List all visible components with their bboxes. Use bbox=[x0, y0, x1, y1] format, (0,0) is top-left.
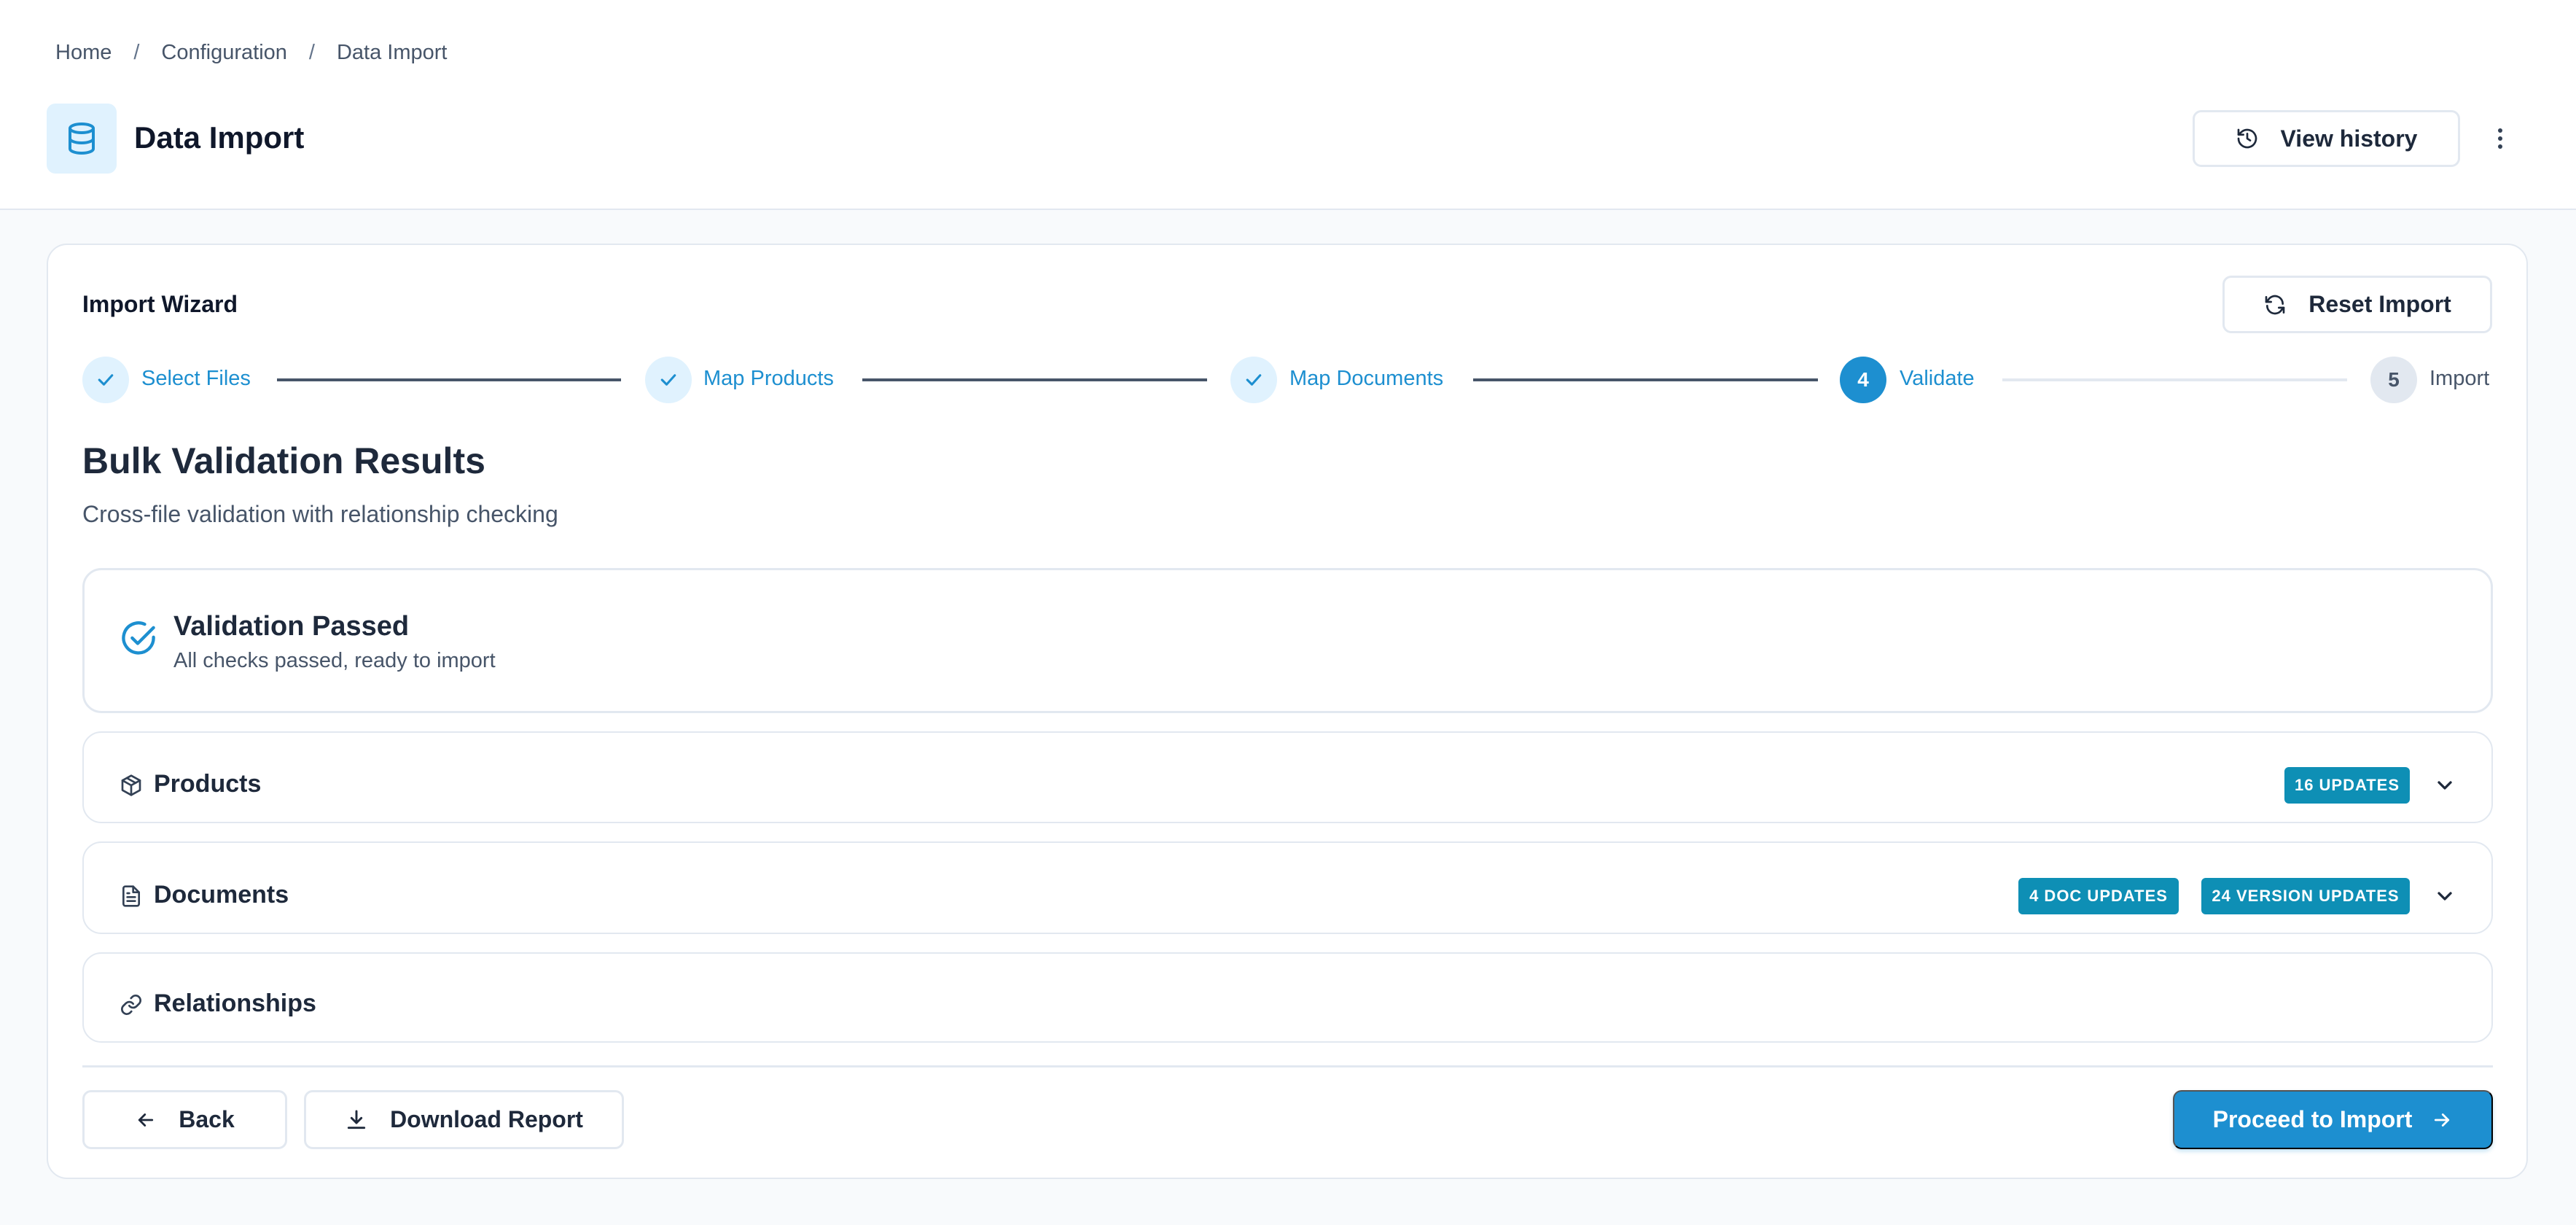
top-bar bbox=[0, 0, 2576, 210]
validation-subtitle: All checks passed, ready to import bbox=[173, 649, 496, 672]
breadcrumb-current: Data Import bbox=[336, 40, 448, 64]
relationships-panel[interactable] bbox=[82, 952, 2493, 1043]
validation-status-panel bbox=[82, 568, 2493, 713]
step-connector bbox=[277, 378, 621, 381]
step-connector bbox=[1473, 378, 1818, 381]
download-report-button[interactable]: Download Report bbox=[304, 1090, 624, 1149]
arrow-left-icon bbox=[138, 1113, 154, 1127]
more-vertical-icon[interactable] bbox=[2486, 120, 2515, 158]
validation-title: Validation Passed bbox=[173, 611, 410, 642]
proceed-to-import-button[interactable]: Proceed to Import bbox=[2173, 1090, 2493, 1149]
link-icon bbox=[121, 995, 141, 1015]
step-1-label[interactable]: Select Files bbox=[141, 367, 251, 391]
step-1-check-icon[interactable] bbox=[82, 357, 129, 403]
history-icon bbox=[2237, 128, 2257, 149]
step-3-check-icon[interactable] bbox=[1230, 357, 1277, 403]
footer-divider bbox=[82, 1065, 2493, 1068]
breadcrumb-separator: / bbox=[133, 40, 140, 64]
step-2-check-icon[interactable] bbox=[645, 357, 692, 403]
products-label: Products bbox=[154, 770, 262, 798]
reset-import-label: Reset Import bbox=[2308, 291, 2451, 317]
view-history-button[interactable]: View history bbox=[2193, 110, 2460, 167]
step-connector bbox=[2002, 378, 2347, 381]
relationships-label: Relationships bbox=[154, 989, 316, 1017]
step-4-label[interactable]: Validate bbox=[1900, 367, 1975, 391]
doc-updates-badge: 4 DOC UPDATES bbox=[2018, 878, 2179, 914]
reset-import-button[interactable]: Reset Import bbox=[2222, 276, 2492, 333]
arrow-right-icon bbox=[2435, 1113, 2450, 1127]
breadcrumb-separator: / bbox=[308, 40, 315, 64]
back-label: Back bbox=[179, 1106, 235, 1132]
products-panel[interactable] bbox=[82, 731, 2493, 823]
view-history-label: View history bbox=[2280, 125, 2418, 152]
refresh-icon bbox=[2265, 295, 2285, 314]
chevron-down-icon[interactable] bbox=[2433, 884, 2456, 908]
step-3-label[interactable]: Map Documents bbox=[1289, 367, 1443, 391]
version-updates-badge: 24 VERSION UPDATES bbox=[2201, 878, 2410, 914]
database-icon bbox=[69, 122, 95, 155]
results-subtitle: Cross-file validation with relationship … bbox=[82, 501, 558, 527]
back-button[interactable]: Back bbox=[82, 1090, 287, 1149]
proceed-label: Proceed to Import bbox=[2212, 1106, 2413, 1132]
download-icon bbox=[347, 1110, 366, 1129]
products-updates-badge: 16 UPDATES bbox=[2284, 767, 2410, 804]
wizard-title: Import Wizard bbox=[82, 291, 238, 317]
documents-label: Documents bbox=[154, 881, 289, 909]
chevron-down-icon[interactable] bbox=[2433, 774, 2456, 797]
file-text-icon bbox=[122, 885, 140, 907]
check-circle-icon bbox=[122, 621, 155, 655]
package-icon bbox=[121, 774, 141, 796]
breadcrumb: Home / Configuration / Data Import bbox=[55, 38, 447, 67]
breadcrumb-configuration[interactable]: Configuration bbox=[161, 41, 287, 65]
step-2-label[interactable]: Map Products bbox=[703, 367, 834, 391]
page-title: Data Import bbox=[134, 120, 305, 155]
page-icon-tile bbox=[47, 104, 117, 174]
step-5-number[interactable]: 5 bbox=[2370, 357, 2417, 403]
step-connector bbox=[862, 378, 1207, 381]
results-title: Bulk Validation Results bbox=[82, 440, 485, 481]
download-report-label: Download Report bbox=[390, 1106, 583, 1132]
breadcrumb-home[interactable]: Home bbox=[55, 41, 112, 65]
step-4-number[interactable]: 4 bbox=[1840, 357, 1886, 403]
step-5-label[interactable]: Import bbox=[2429, 367, 2489, 391]
